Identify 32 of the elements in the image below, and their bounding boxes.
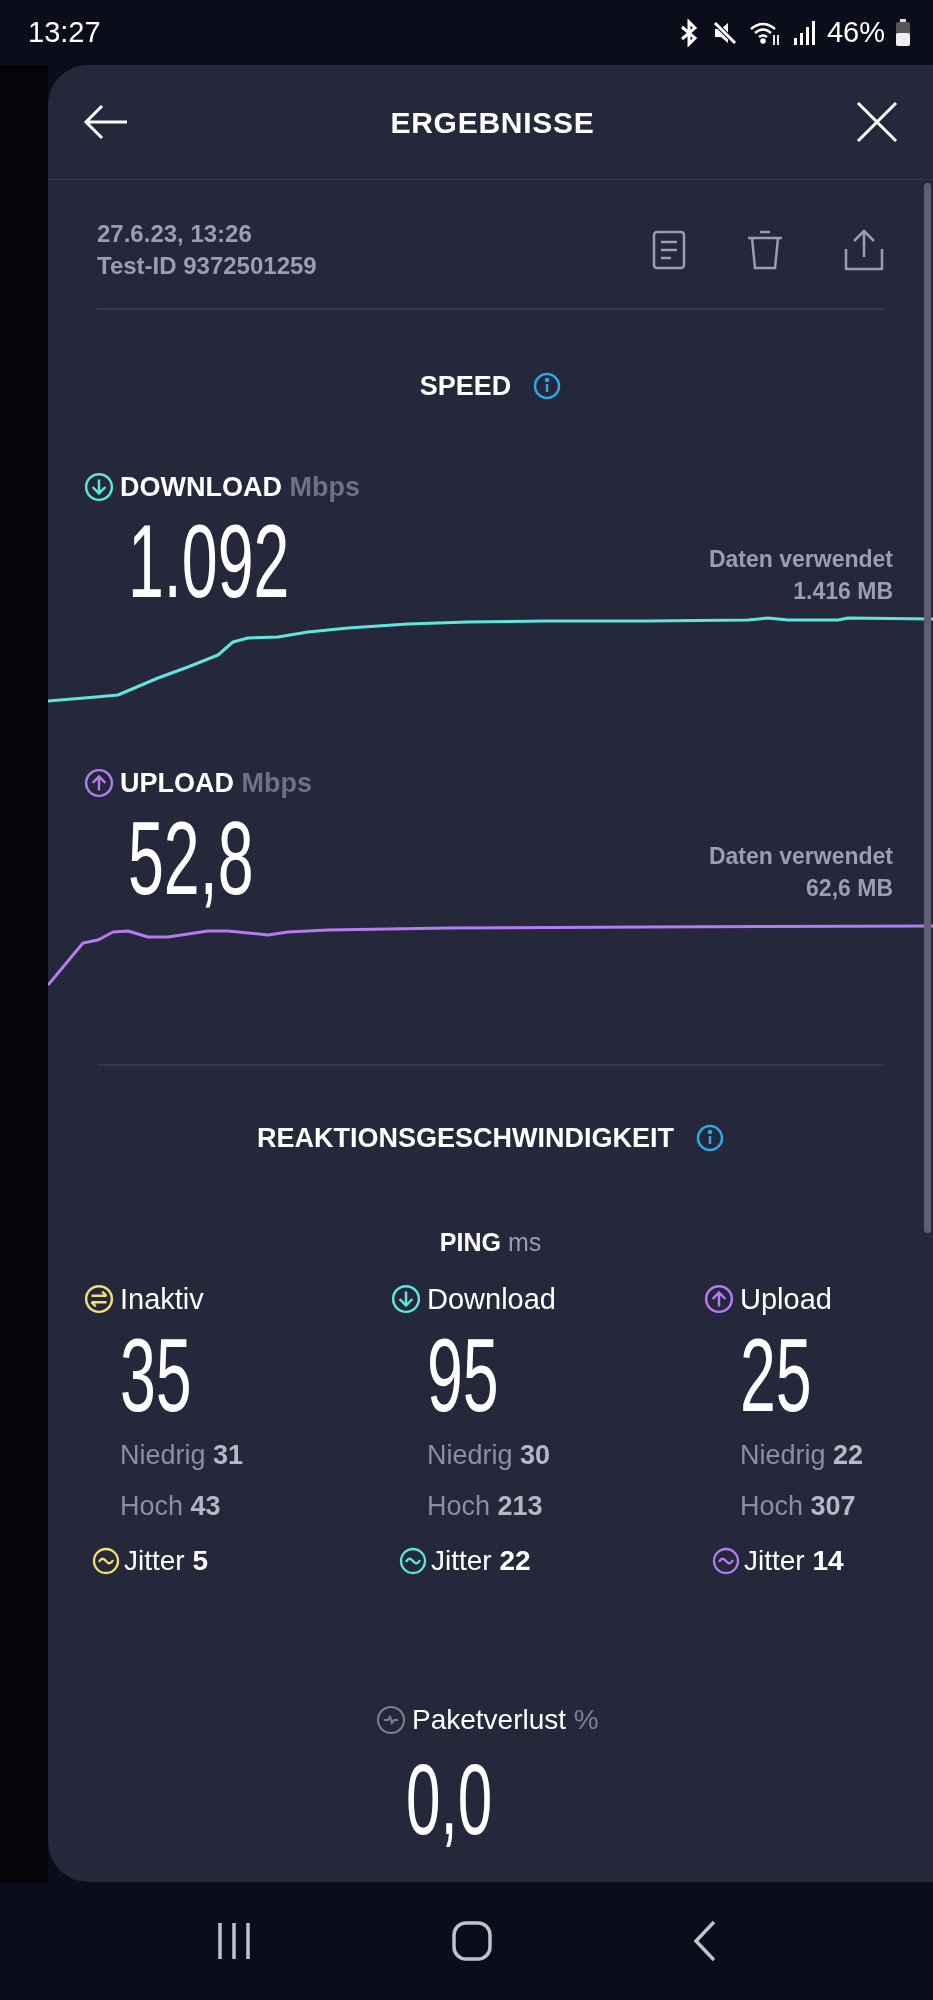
data-used-label: Daten verwendet bbox=[708, 841, 893, 871]
ping-high: Hoch 307 bbox=[740, 1489, 856, 1523]
test-date: 27.6.23, 13:26 bbox=[97, 219, 253, 249]
battery-percent: 46% bbox=[826, 14, 885, 50]
ping-value: 25 bbox=[740, 1329, 812, 1421]
section-title: REAKTIONSGESCHWINDIGKEIT bbox=[257, 1121, 674, 1155]
ping-high: Hoch 213 bbox=[427, 1489, 543, 1523]
test-id: Test-ID 9372501259 bbox=[97, 251, 317, 281]
ping-type-label: Upload bbox=[740, 1281, 832, 1317]
speed-value: 1.092 bbox=[128, 515, 290, 607]
ping-low: Niedrig 22 bbox=[740, 1439, 864, 1472]
ping-high: Hoch 43 bbox=[120, 1489, 221, 1523]
ping-type-label: Inaktiv bbox=[120, 1281, 204, 1317]
ping-heading: PING ms bbox=[439, 1227, 542, 1258]
data-used-value: 1.416 MB bbox=[793, 577, 893, 606]
jitter-value: Jitter 22 bbox=[431, 1544, 531, 1578]
packet-loss-value: 0,0 bbox=[406, 1749, 493, 1849]
ping-value: 95 bbox=[427, 1329, 499, 1421]
packet-loss-label: Paketverlust % bbox=[412, 1703, 599, 1737]
ping-low: Niedrig 30 bbox=[427, 1439, 551, 1472]
status-time: 13:27 bbox=[28, 14, 101, 50]
data-used-label: Daten verwendet bbox=[708, 545, 893, 574]
ping-low: Niedrig 31 bbox=[120, 1439, 244, 1472]
screen-title: ERGEBNISSE bbox=[390, 104, 595, 141]
jitter-value: Jitter 14 bbox=[744, 1544, 844, 1578]
jitter-value: Jitter 5 bbox=[124, 1544, 209, 1578]
data-used-value: 62,6 MB bbox=[806, 873, 893, 903]
section-title: SPEED bbox=[419, 370, 512, 403]
ping-value: 35 bbox=[120, 1329, 192, 1421]
speed-label: UPLOAD Mbps bbox=[120, 767, 312, 800]
ping-type-label: Download bbox=[427, 1281, 556, 1317]
speed-label: DOWNLOAD Mbps bbox=[120, 470, 360, 504]
